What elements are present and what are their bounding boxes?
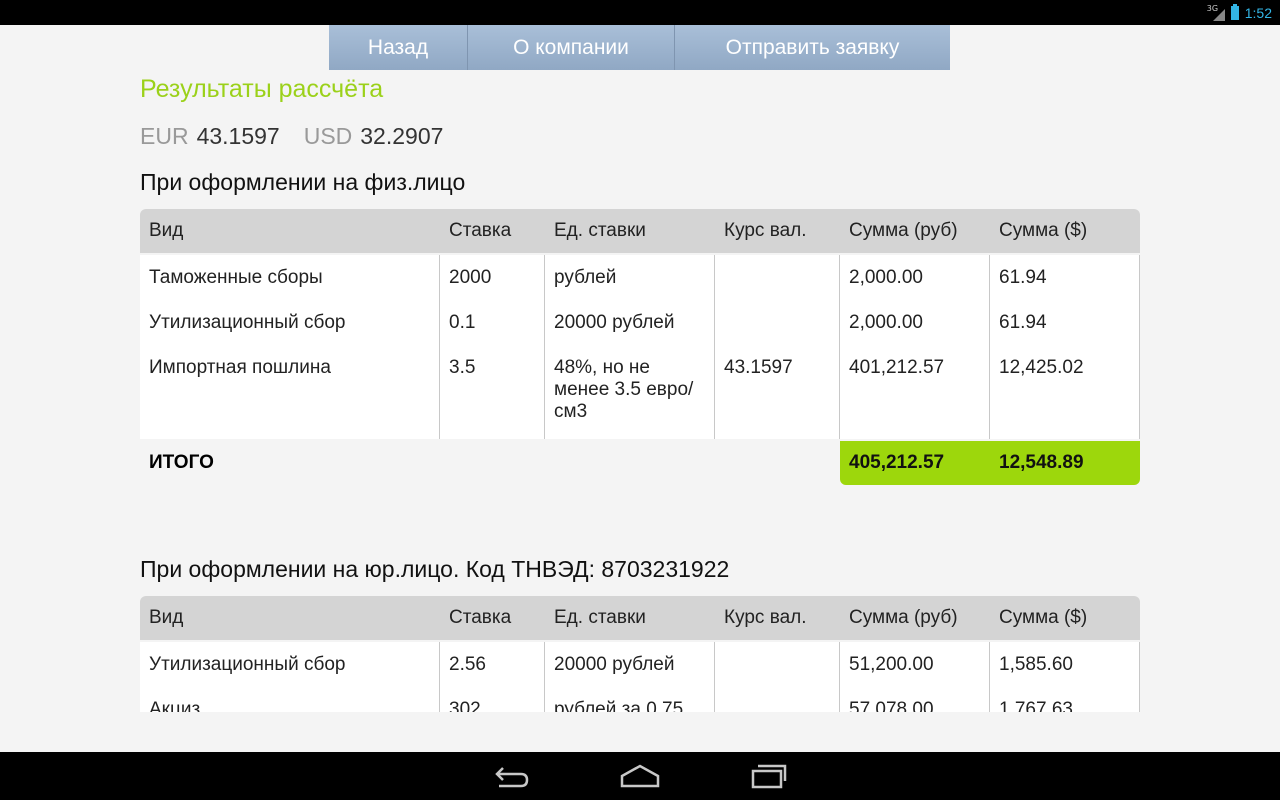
about-company-tab[interactable]: О компании (468, 25, 675, 70)
header-unit: Ед. ставки (554, 607, 646, 628)
cell-rate: 2.56 (449, 654, 486, 675)
header-type: Вид (149, 607, 184, 628)
cell-type: Импортная пошлина (149, 357, 331, 378)
total-highlight: 405,212.57 12,548.89 (840, 441, 1140, 485)
cell-unit: рублей за 0.75 (554, 699, 684, 712)
header-sum-rub: Сумма (руб) (849, 220, 958, 241)
navigation-bar (0, 752, 1280, 800)
page-title: Результаты рассчёта (140, 75, 384, 103)
eur-label: EUR (140, 123, 189, 149)
back-icon[interactable] (487, 760, 537, 792)
col-sum-usd: 61.94 61.94 12,425.02 (990, 255, 1140, 439)
col-unit: рублей 20000 рублей 48%, но не менее 3.5… (545, 255, 715, 439)
individual-table: Вид Ставка Ед. ставки Курс вал. Сумма (р… (140, 209, 1140, 485)
cell-sum-rub: 401,212.57 (849, 357, 945, 378)
total-row: ИТОГО 405,212.57 12,548.89 (140, 441, 1140, 485)
individual-heading: При оформлении на физ.лицо (140, 169, 466, 195)
legal-table: Вид Ставка Ед. ставки Курс вал. Сумма (р… (140, 596, 1140, 712)
cell-sum-usd: 12,425.02 (999, 357, 1084, 378)
col-type: Утилизационный сбор Акциз (140, 642, 440, 712)
eur-value: 43.1597 (196, 123, 280, 149)
back-tab[interactable]: Назад (329, 25, 468, 70)
cell-type: Акциз (149, 699, 201, 712)
cell-sum-usd: 1,767.63 (999, 699, 1073, 712)
cell-sum-rub: 57,078.00 (849, 699, 934, 712)
col-sum-rub: 2,000.00 2,000.00 401,212.57 (840, 255, 990, 439)
cell-type: Утилизационный сбор (149, 312, 346, 333)
header-fx: Курс вал. (724, 607, 807, 628)
table-header: Вид Ставка Ед. ставки Курс вал. Сумма (р… (140, 209, 1140, 253)
signal-icon: 3G (1207, 4, 1225, 21)
cell-type: Утилизационный сбор (149, 654, 346, 675)
table-body: Утилизационный сбор Акциз 2.56 302 20000… (140, 642, 1140, 712)
top-tabs: Назад О компании Отправить заявку (329, 25, 950, 70)
cell-fx (715, 654, 839, 699)
clock: 1:52 (1244, 4, 1272, 21)
send-request-tab[interactable]: Отправить заявку (675, 25, 950, 70)
header-rate: Ставка (449, 220, 512, 241)
header-unit: Ед. ставки (554, 220, 646, 241)
table-header: Вид Ставка Ед. ставки Курс вал. Сумма (р… (140, 596, 1140, 640)
cell-sum-usd: 1,585.60 (999, 654, 1073, 675)
col-fx (715, 642, 840, 712)
recents-icon[interactable] (743, 760, 793, 792)
col-rate: 2.56 302 (440, 642, 545, 712)
home-icon[interactable] (615, 760, 665, 792)
col-rate: 2000 0.1 3.5 (440, 255, 545, 439)
usd-value: 32.2907 (360, 123, 444, 149)
cell-unit: 20000 рублей (554, 312, 675, 333)
cell-rate: 2000 (449, 267, 492, 288)
cell-rate: 3.5 (449, 357, 476, 378)
cell-unit: рублей (554, 267, 617, 288)
total-label: ИТОГО (149, 452, 214, 473)
header-fx: Курс вал. (724, 220, 807, 241)
cell-sum-usd: 61.94 (999, 312, 1047, 333)
exchange-rates: EUR 43.1597 USD 32.2907 (140, 123, 443, 150)
col-sum-usd: 1,585.60 1,767.63 (990, 642, 1140, 712)
header-sum-rub: Сумма (руб) (849, 607, 958, 628)
cell-fx (715, 267, 839, 312)
cell-sum-rub: 2,000.00 (849, 267, 923, 288)
cell-fx: 43.1597 (724, 357, 793, 378)
cell-unit: 20000 рублей (554, 654, 675, 675)
cell-fx (715, 312, 839, 357)
cell-sum-usd: 61.94 (999, 267, 1047, 288)
col-fx: 43.1597 (715, 255, 840, 439)
legal-heading: При оформлении на юр.лицо. Код ТНВЭД: 87… (140, 556, 730, 582)
total-usd: 12,548.89 (999, 452, 1084, 473)
header-sum-usd: Сумма ($) (999, 607, 1088, 628)
usd-label: USD (303, 123, 353, 149)
cell-unit: 48%, но не менее 3.5 евро/см3 (554, 357, 694, 422)
status-bar: 3G 1:52 (0, 0, 1280, 25)
results-scroll-area[interactable]: Результаты рассчёта EUR 43.1597 USD 32.2907… (140, 70, 1140, 712)
table-body: Таможенные сборы Утилизационный сбор Имп… (140, 255, 1140, 439)
cell-sum-rub: 2,000.00 (849, 312, 923, 333)
total-rub: 405,212.57 (849, 452, 945, 473)
col-sum-rub: 51,200.00 57,078.00 (840, 642, 990, 712)
cell-rate: 0.1 (449, 312, 476, 333)
col-type: Таможенные сборы Утилизационный сбор Имп… (140, 255, 440, 439)
header-rate: Ставка (449, 607, 512, 628)
header-sum-usd: Сумма ($) (999, 220, 1088, 241)
battery-icon (1230, 3, 1239, 20)
cell-type: Таможенные сборы (149, 267, 323, 288)
header-type: Вид (149, 220, 184, 241)
cell-rate: 302 (449, 699, 481, 712)
cell-fx (715, 699, 839, 712)
col-unit: 20000 рублей рублей за 0.75 (545, 642, 715, 712)
cell-sum-rub: 51,200.00 (849, 654, 934, 675)
